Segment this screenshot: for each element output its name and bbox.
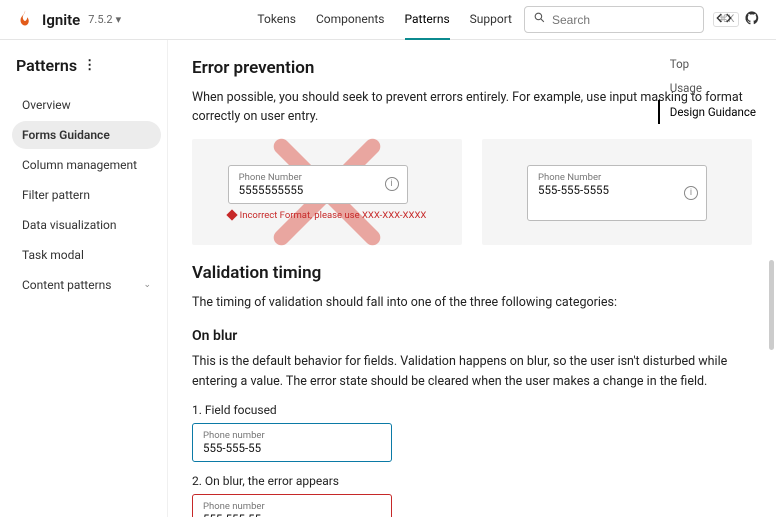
toc-item[interactable]: Design Guidance bbox=[658, 100, 756, 124]
top-header: Ignite 7.5.2▾ Tokens Components Patterns Su… bbox=[0, 0, 776, 40]
code-icon[interactable] bbox=[716, 10, 732, 30]
sidebar-list: OverviewForms GuidanceColumn managementF… bbox=[12, 91, 167, 299]
sidebar-item[interactable]: Overview bbox=[12, 91, 161, 119]
section-heading: Validation timing bbox=[192, 263, 752, 283]
sidebar-item[interactable]: Content patterns⌄ bbox=[12, 271, 161, 299]
search-input[interactable] bbox=[552, 13, 707, 27]
nav-link-support[interactable]: Support bbox=[470, 0, 512, 40]
subsection-heading: On blur bbox=[192, 328, 752, 344]
nav-link-tokens[interactable]: Tokens bbox=[257, 0, 296, 40]
example-row: Phone Number 5555555555 i Incorrect Form… bbox=[192, 139, 752, 245]
chevron-down-icon: ⌄ bbox=[143, 280, 151, 290]
sidebar-title: Patterns ⋮ bbox=[12, 56, 167, 75]
sidebar-item[interactable]: Data visualization bbox=[12, 211, 161, 239]
page-toc: TopUsageDesign Guidance bbox=[658, 52, 756, 124]
info-icon: i bbox=[684, 186, 698, 200]
toc-item[interactable]: Usage bbox=[670, 76, 756, 100]
flame-icon bbox=[16, 9, 34, 31]
sidebar-item[interactable]: Task modal bbox=[12, 241, 161, 269]
demo-field-focused: Phone number 555-555-55 bbox=[192, 423, 392, 462]
nav-link-components[interactable]: Components bbox=[316, 0, 385, 40]
example-bad: Phone Number 5555555555 i Incorrect Form… bbox=[192, 139, 462, 245]
sidebar: Patterns ⋮ OverviewForms GuidanceColumn … bbox=[0, 40, 168, 517]
phone-field-good: Phone Number 555-555-5555 i bbox=[527, 165, 707, 221]
subsection-body: This is the default behavior for fields.… bbox=[192, 352, 752, 391]
step-label: 1. Field focused bbox=[192, 403, 752, 417]
caret-down-icon: ▾ bbox=[116, 13, 122, 26]
dots-icon[interactable]: ⋮ bbox=[83, 58, 96, 73]
search-box[interactable]: ⌘K bbox=[524, 6, 704, 33]
step-label: 2. On blur, the error appears bbox=[192, 474, 752, 488]
nav-link-patterns[interactable]: Patterns bbox=[405, 0, 450, 40]
sidebar-item[interactable]: Filter pattern bbox=[12, 181, 161, 209]
sidebar-item[interactable]: Forms Guidance bbox=[12, 121, 161, 149]
sidebar-item[interactable]: Column management bbox=[12, 151, 161, 179]
brand: Ignite 7.5.2▾ bbox=[16, 9, 121, 31]
phone-field-bad: Phone Number 5555555555 i bbox=[228, 165, 408, 204]
toc-item[interactable]: Top bbox=[670, 52, 756, 76]
primary-nav: Tokens Components Patterns Support bbox=[257, 0, 512, 40]
error-icon bbox=[226, 210, 237, 221]
brand-name: Ignite bbox=[42, 11, 80, 29]
error-message: Incorrect Format, please use XXX-XXX-XXX… bbox=[228, 210, 427, 221]
demo-field-error: Phone number 555-555-55 bbox=[192, 494, 392, 517]
example-good: Phone Number 555-555-5555 i bbox=[482, 139, 752, 245]
search-icon bbox=[533, 11, 546, 28]
github-icon[interactable] bbox=[744, 10, 760, 30]
version-selector[interactable]: 7.5.2▾ bbox=[88, 13, 121, 26]
section-body: The timing of validation should fall int… bbox=[192, 293, 752, 312]
scrollbar[interactable] bbox=[769, 260, 774, 350]
main-content: TopUsageDesign Guidance Error prevention… bbox=[168, 40, 776, 517]
info-icon: i bbox=[385, 177, 399, 191]
